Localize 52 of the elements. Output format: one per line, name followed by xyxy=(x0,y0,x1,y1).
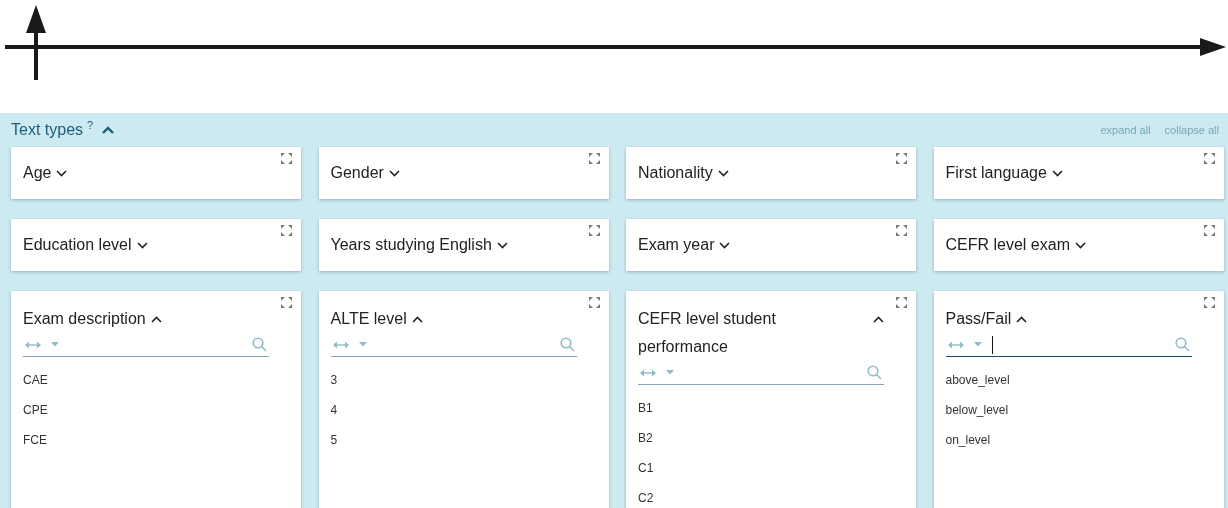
value-item[interactable]: C2 xyxy=(638,483,904,508)
fullscreen-icon[interactable] xyxy=(281,297,292,308)
chevron-icon[interactable] xyxy=(496,241,508,249)
fullscreen-icon[interactable] xyxy=(281,225,292,236)
card-title[interactable]: Years studying English xyxy=(330,231,492,259)
value-item[interactable]: 3 xyxy=(330,365,597,395)
chevron-icon[interactable] xyxy=(150,316,162,323)
card-title[interactable]: ALTE level xyxy=(330,305,407,333)
card-title[interactable]: Pass/Fail xyxy=(945,305,1012,333)
fullscreen-icon[interactable] xyxy=(1203,225,1215,236)
card-title[interactable]: Gender xyxy=(330,159,384,187)
card-title[interactable]: Exam description xyxy=(23,305,146,333)
chevron-icon[interactable] xyxy=(1016,316,1028,323)
fullscreen-icon[interactable] xyxy=(588,297,600,308)
fullscreen-icon[interactable] xyxy=(588,153,600,164)
fullscreen-icon[interactable] xyxy=(1203,297,1215,308)
chevron-icon[interactable] xyxy=(873,316,884,323)
chevron-icon[interactable] xyxy=(719,241,731,249)
chevron-icon[interactable] xyxy=(56,169,68,177)
value-item[interactable]: 4 xyxy=(330,395,597,425)
card-title[interactable]: Nationality xyxy=(638,159,713,187)
card-title[interactable]: CEFR level student performance xyxy=(638,305,853,361)
section-title[interactable]: Text types xyxy=(11,121,84,139)
value-item[interactable]: on_level xyxy=(945,425,1212,455)
chevron-icon[interactable] xyxy=(1051,169,1063,177)
card-title[interactable]: First language xyxy=(945,159,1047,187)
fullscreen-icon[interactable] xyxy=(1203,153,1215,164)
value-item[interactable]: FCE xyxy=(23,425,289,455)
fullscreen-icon[interactable] xyxy=(281,153,292,164)
card-title[interactable]: CEFR level exam xyxy=(945,231,1070,259)
card-title[interactable]: Age xyxy=(23,159,52,187)
chevron-icon[interactable] xyxy=(136,241,148,249)
fullscreen-icon[interactable] xyxy=(896,153,907,164)
fullscreen-icon[interactable] xyxy=(896,225,907,236)
chevron-icon[interactable] xyxy=(388,169,400,177)
fullscreen-icon[interactable] xyxy=(896,297,907,308)
help-link[interactable]: ? xyxy=(87,119,94,131)
card-title[interactable]: Education level xyxy=(23,231,132,259)
value-item[interactable]: C1 xyxy=(638,453,904,483)
chevron-icon[interactable] xyxy=(717,169,729,177)
value-item[interactable]: B1 xyxy=(638,393,904,423)
chevron-icon[interactable] xyxy=(1075,241,1086,249)
fullscreen-icon[interactable] xyxy=(588,225,600,236)
value-item[interactable]: below_level xyxy=(945,395,1212,425)
value-item[interactable]: 5 xyxy=(330,425,597,455)
value-item[interactable]: above_level xyxy=(945,365,1212,395)
value-item[interactable]: CAE xyxy=(23,365,289,395)
text-cursor xyxy=(991,335,993,354)
value-item[interactable]: CPE xyxy=(23,395,289,425)
value-item[interactable]: B2 xyxy=(638,423,904,453)
chevron-icon[interactable] xyxy=(411,316,423,323)
card-title[interactable]: Exam year xyxy=(638,231,715,259)
